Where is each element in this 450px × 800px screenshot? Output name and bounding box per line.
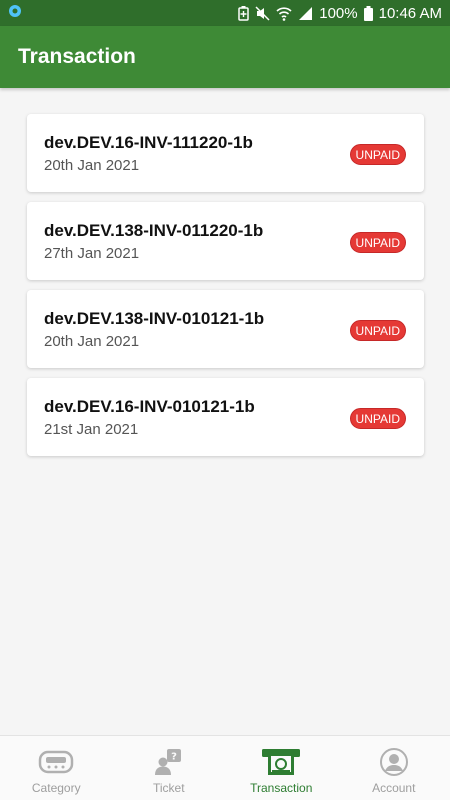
app-bar: Transaction [0, 26, 450, 88]
account-icon [379, 747, 408, 777]
nav-label-transaction: Transaction [250, 781, 313, 795]
wifi-icon [276, 6, 292, 21]
transaction-date: 27th Jan 2021 [44, 245, 140, 262]
status-badge: UNPAID [349, 408, 406, 429]
nav-label-account: Account [372, 781, 416, 795]
signal-icon [298, 6, 313, 20]
invoice-number: dev.DEV.16-INV-010121-1b [44, 397, 255, 416]
mute-icon [255, 5, 270, 21]
transaction-card[interactable]: dev.DEV.138-INV-011220-1b 27th Jan 2021 … [27, 202, 424, 280]
transaction-date: 21st Jan 2021 [44, 421, 139, 438]
nav-item-category[interactable]: Category [0, 736, 113, 800]
settings-notification-icon [8, 4, 22, 22]
nav-item-account[interactable]: Account [338, 736, 450, 800]
status-badge: UNPAID [349, 232, 406, 253]
transaction-list: dev.DEV.16-INV-111220-1b 20th Jan 2021 U… [27, 114, 424, 466]
transaction-card[interactable]: dev.DEV.16-INV-010121-1b 21st Jan 2021 U… [27, 378, 424, 456]
status-badge: UNPAID [349, 144, 406, 165]
svg-text:?: ? [171, 752, 177, 763]
invoice-number: dev.DEV.138-INV-010121-1b [44, 309, 265, 328]
nav-label-category: Category [31, 781, 81, 795]
status-bar: 100% 10:46 AM [0, 0, 450, 26]
battery-icon [363, 5, 373, 21]
transaction-icon [261, 747, 301, 777]
nav-item-ticket[interactable]: ? Ticket [113, 736, 226, 800]
transaction-date: 20th Jan 2021 [44, 157, 140, 174]
battery-saver-icon [238, 5, 249, 21]
category-icon [38, 747, 74, 777]
nav-label-ticket: Ticket [152, 781, 185, 795]
battery-percent: 100% [319, 4, 358, 22]
transaction-card[interactable]: dev.DEV.138-INV-010121-1b 20th Jan 2021 … [27, 290, 424, 368]
page-title: Transaction [18, 45, 136, 68]
clock: 10:46 AM [378, 4, 442, 22]
bottom-navigation: Category ? Ticket Transaction Account [0, 735, 450, 800]
transaction-card[interactable]: dev.DEV.16-INV-111220-1b 20th Jan 2021 U… [27, 114, 424, 192]
ticket-icon: ? [154, 747, 184, 777]
status-badge: UNPAID [349, 320, 406, 341]
transaction-date: 20th Jan 2021 [44, 333, 140, 350]
invoice-number: dev.DEV.138-INV-011220-1b [44, 221, 264, 240]
nav-item-transaction[interactable]: Transaction [225, 736, 338, 800]
invoice-number: dev.DEV.16-INV-111220-1b [44, 133, 253, 152]
